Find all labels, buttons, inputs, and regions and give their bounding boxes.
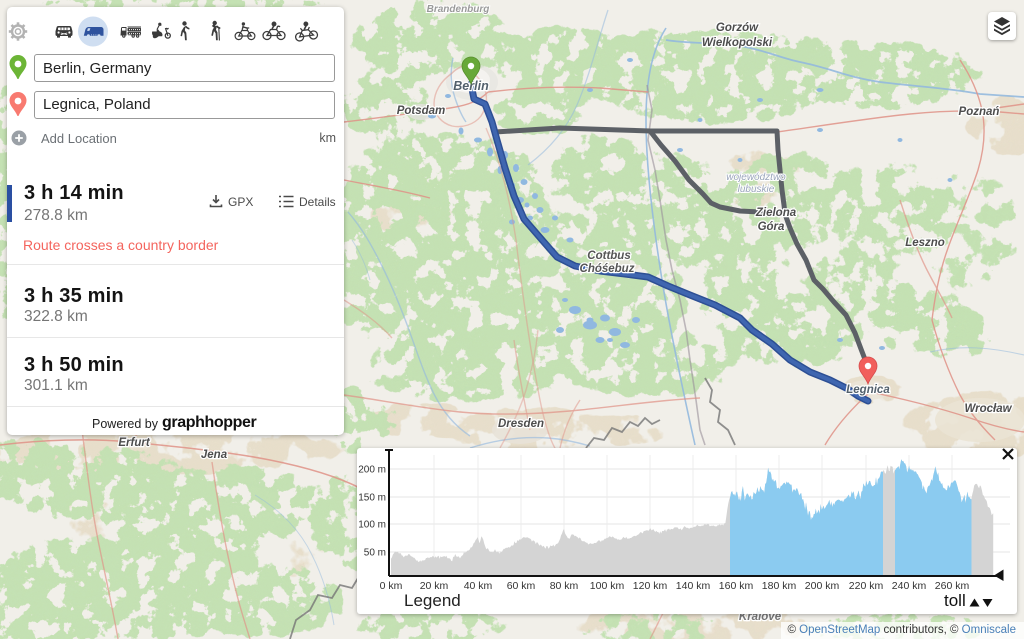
svg-text:180 km: 180 km xyxy=(762,580,797,592)
svg-text:240 km: 240 km xyxy=(892,580,927,592)
svg-text:toll: toll xyxy=(944,591,966,610)
svg-text:Wrocław: Wrocław xyxy=(964,403,1012,415)
svg-text:Chóśebuz: Chóśebuz xyxy=(580,263,635,275)
svg-text:150 m: 150 m xyxy=(358,493,386,504)
svg-text:Zielona: Zielona xyxy=(755,207,797,219)
svg-text:50 m: 50 m xyxy=(364,548,386,559)
svg-text:Wielkopolski: Wielkopolski xyxy=(702,37,773,49)
svg-text:Potsdam: Potsdam xyxy=(397,105,446,117)
svg-text:Brandenburg: Brandenburg xyxy=(427,4,490,15)
svg-text:60 km: 60 km xyxy=(507,580,536,592)
svg-text:0 km: 0 km xyxy=(380,580,403,592)
svg-text:Jena: Jena xyxy=(201,449,228,461)
svg-text:województwo: województwo xyxy=(726,172,786,183)
svg-text:80 km: 80 km xyxy=(550,580,579,592)
svg-text:lubuskie: lubuskie xyxy=(738,184,775,195)
svg-text:200 km: 200 km xyxy=(805,580,840,592)
svg-text:120 km: 120 km xyxy=(633,580,668,592)
svg-text:Legnica: Legnica xyxy=(846,384,890,396)
svg-text:Legend: Legend xyxy=(404,591,461,610)
svg-text:Gorzów: Gorzów xyxy=(716,22,759,34)
svg-text:160 km: 160 km xyxy=(719,580,754,592)
svg-text:100 km: 100 km xyxy=(590,580,625,592)
svg-text:140 km: 140 km xyxy=(676,580,711,592)
svg-text:Leszno: Leszno xyxy=(905,237,945,249)
svg-text:Góra: Góra xyxy=(758,221,785,233)
svg-text:200 m: 200 m xyxy=(358,465,386,476)
svg-text:220 km: 220 km xyxy=(849,580,884,592)
svg-text:100 m: 100 m xyxy=(358,520,386,531)
svg-text:Poznań: Poznań xyxy=(959,106,1000,118)
svg-text:Erfurt: Erfurt xyxy=(118,437,150,449)
svg-text:Cottbus: Cottbus xyxy=(587,250,630,262)
svg-text:40 km: 40 km xyxy=(464,580,493,592)
svg-text:Dresden: Dresden xyxy=(498,418,544,430)
